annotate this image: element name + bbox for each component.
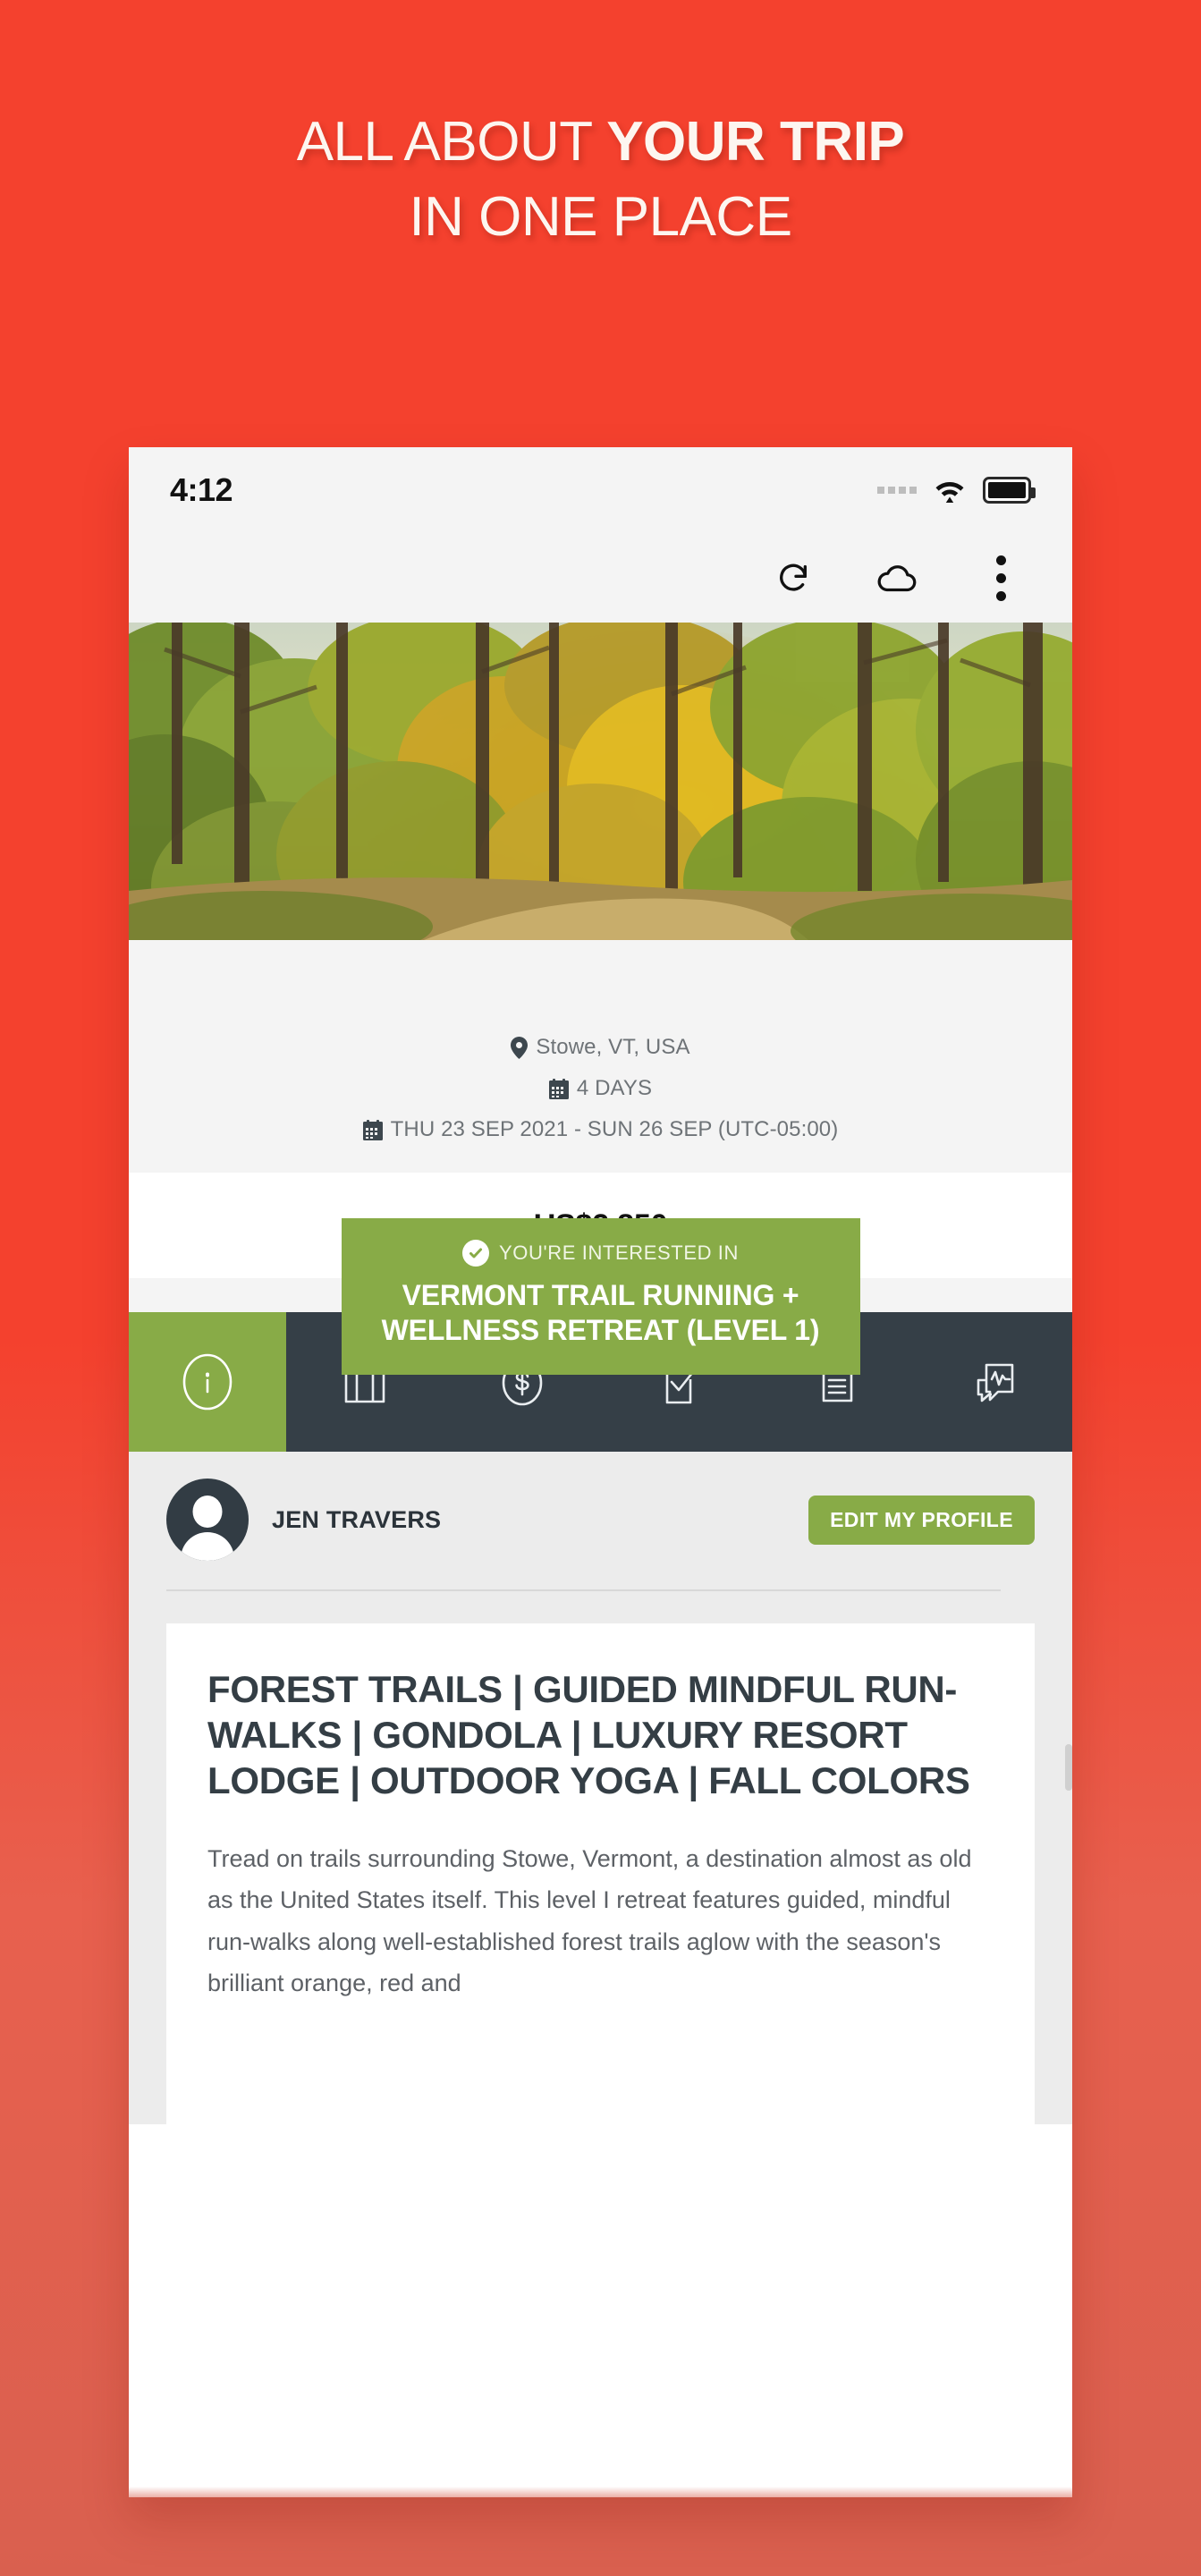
phone-mockup: 4:12 YOU'RE INTERESTED IN VERMONT TRAIL … (129, 447, 1072, 2497)
user-avatar-icon[interactable] (166, 1479, 249, 1561)
status-indicators (877, 477, 1036, 504)
status-bar: 4:12 (129, 447, 1072, 533)
promo-headline-line2: IN ONE PLACE (409, 186, 792, 248)
cloud-icon[interactable] (845, 533, 949, 623)
retreat-title: VERMONT TRAIL RUNNING + WELLNESS RETREAT… (381, 1279, 820, 1347)
promo-headline-bold: YOUR TRIP (606, 111, 905, 173)
interest-title-card: YOU'RE INTERESTED IN VERMONT TRAIL RUNNI… (341, 1218, 860, 1376)
tab-messages[interactable] (915, 1312, 1072, 1452)
tab-info[interactable] (129, 1312, 286, 1452)
edit-profile-button[interactable]: EDIT MY PROFILE (808, 1495, 1035, 1545)
interest-eyebrow: YOU'RE INTERESTED IN (365, 1240, 837, 1267)
content-area: FOREST TRAILS | GUIDED MINDFUL RUN-WALKS… (129, 1591, 1072, 2124)
calendar-icon (548, 1078, 569, 1099)
promo-headline-line1: ALL ABOUT YOUR TRIP (0, 114, 1201, 170)
trip-meta: Stowe, VT, USA 4 DAYS THU 23 SEP 2021 - … (129, 940, 1072, 1173)
autumn-forest-photo (129, 623, 1072, 940)
battery-full-icon (983, 477, 1036, 504)
browser-toolbar (129, 533, 1072, 623)
description-card: FOREST TRAILS | GUIDED MINDFUL RUN-WALKS… (166, 1623, 1035, 2124)
description-heading: FOREST TRAILS | GUIDED MINDFUL RUN-WALKS… (207, 1668, 970, 1802)
profile-name: JEN TRAVERS (272, 1505, 442, 1533)
trip-dates-row: THU 23 SEP 2021 - SUN 26 SEP (UTC-05:00) (129, 1117, 1072, 1142)
signal-dots-icon (877, 487, 917, 494)
map-pin-icon (511, 1036, 529, 1059)
trip-dates: THU 23 SEP 2021 - SUN 26 SEP (UTC-05:00) (390, 1117, 839, 1141)
trip-location: Stowe, VT, USA (536, 1035, 690, 1059)
trip-duration: 4 DAYS (576, 1076, 653, 1100)
check-circle-icon (461, 1240, 489, 1267)
content-scrollbar[interactable] (1065, 1744, 1072, 1791)
wifi-icon (933, 477, 967, 504)
description-body: Tread on trails surrounding Stowe, Vermo… (207, 1844, 972, 1997)
calendar-icon (362, 1119, 383, 1140)
trip-duration-row: 4 DAYS (129, 1076, 1072, 1101)
hero-image (129, 623, 1072, 940)
refresh-icon[interactable] (741, 533, 845, 623)
profile-row: JEN TRAVERS EDIT MY PROFILE (166, 1479, 1035, 1561)
trip-location-row: Stowe, VT, USA (129, 1035, 1072, 1060)
promo-headline: ALL ABOUT YOUR TRIP IN ONE PLACE (0, 114, 1201, 245)
profile-strip: JEN TRAVERS EDIT MY PROFILE (129, 1452, 1072, 1591)
overflow-menu-icon[interactable] (949, 533, 1053, 623)
interest-eyebrow-label: YOU'RE INTERESTED IN (498, 1241, 739, 1264)
promo-headline-light: ALL ABOUT (296, 111, 607, 173)
status-clock: 4:12 (170, 471, 233, 508)
bottom-fade (129, 2487, 1072, 2497)
